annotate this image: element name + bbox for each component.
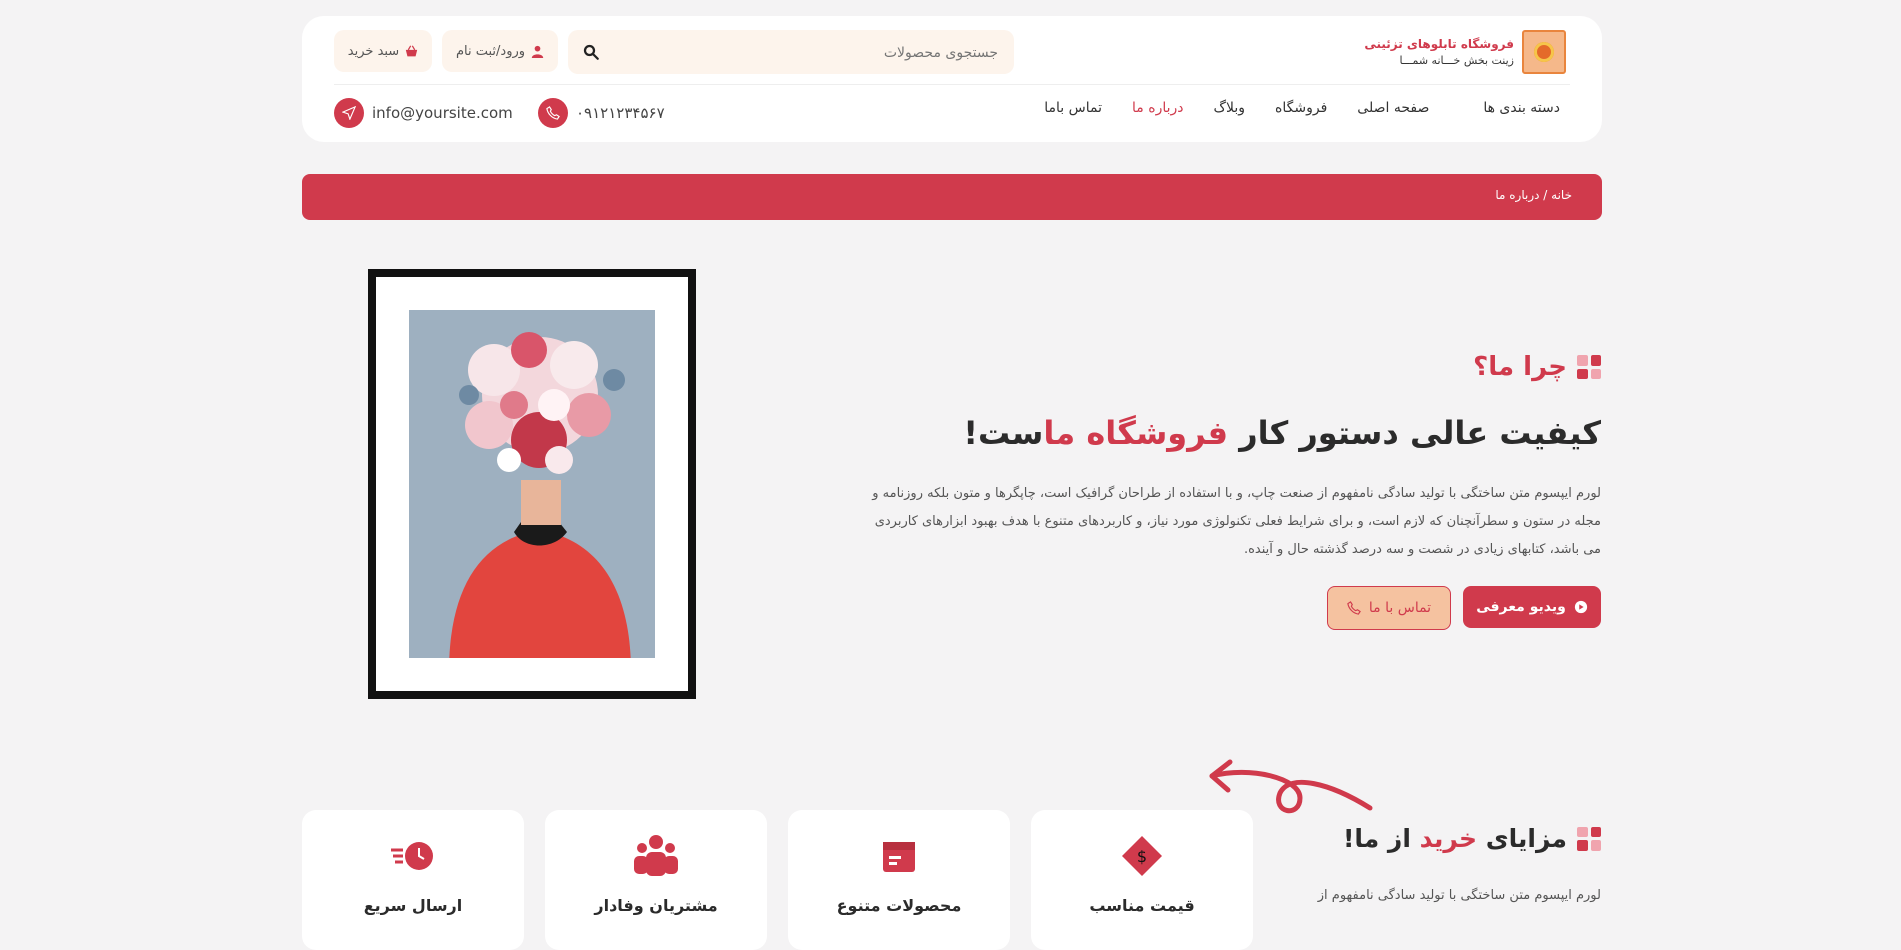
price-tag-icon: $ bbox=[1122, 836, 1162, 876]
breadcrumb[interactable]: خانه / درباره ما bbox=[1495, 188, 1572, 202]
contact-us-button[interactable]: تماس با ما bbox=[1327, 586, 1451, 630]
hero-heading: کیفیت عالی دستور کار فروشگاه ماست! bbox=[963, 414, 1601, 452]
logo-mark-icon bbox=[1522, 30, 1566, 74]
feature-card-price: $ قیمت مناسب bbox=[1031, 810, 1253, 950]
main-nav: دسته بندی ها صفحه اصلی فروشگاه وبلاگ درب… bbox=[1044, 100, 1560, 116]
feature-card-label: ارسال سریع bbox=[363, 896, 463, 915]
feature-card-customers: مشتریان وفادار bbox=[545, 810, 767, 950]
artwork-illustration bbox=[409, 310, 655, 658]
phone-number: ۰۹۱۲۱۲۳۴۵۶۷ bbox=[576, 104, 665, 122]
why-us-title: چرا ما؟ bbox=[1473, 352, 1601, 382]
header-divider bbox=[334, 84, 1570, 85]
users-icon bbox=[634, 835, 678, 876]
features-title-suffix: از ما! bbox=[1342, 824, 1420, 853]
contact-us-label: تماس با ما bbox=[1368, 600, 1432, 616]
grid-icon bbox=[1577, 355, 1601, 379]
header-phone[interactable]: ۰۹۱۲۱۲۳۴۵۶۷ bbox=[538, 98, 665, 128]
artwork-woman-flowers bbox=[409, 310, 655, 658]
features-title-prefix: مزایای bbox=[1477, 824, 1567, 853]
intro-video-button[interactable]: ویدیو معرفی bbox=[1463, 586, 1601, 628]
hero-heading-accent: فروشگاه ما bbox=[1043, 414, 1229, 452]
feature-card-products: محصولات متنوع bbox=[788, 810, 1010, 950]
login-button[interactable]: ورود/ثبت نام bbox=[442, 30, 558, 72]
why-us-label: چرا ما؟ bbox=[1473, 352, 1567, 382]
hero-heading-suffix: ست! bbox=[963, 414, 1044, 452]
header-email[interactable]: info@yoursite.com bbox=[334, 98, 513, 128]
fast-clock-icon bbox=[391, 842, 433, 870]
cart-button[interactable]: سبد خرید bbox=[334, 30, 432, 72]
search-icon[interactable] bbox=[582, 43, 600, 61]
phone-icon bbox=[538, 98, 568, 128]
feature-card-shipping: ارسال سریع bbox=[302, 810, 524, 950]
framed-artwork-image bbox=[368, 269, 696, 699]
play-icon bbox=[1574, 600, 1587, 614]
box-icon bbox=[883, 842, 915, 872]
breadcrumb-bar: خانه / درباره ما bbox=[302, 174, 1602, 220]
features-title-accent: خرید bbox=[1419, 824, 1477, 853]
send-icon bbox=[334, 98, 364, 128]
nav-item-categories[interactable]: دسته بندی ها bbox=[1483, 100, 1560, 116]
email-address: info@yoursite.com bbox=[372, 104, 513, 122]
grid-icon bbox=[1577, 826, 1601, 851]
nav-item-blog[interactable]: وبلاگ bbox=[1213, 100, 1245, 116]
svg-text:$: $ bbox=[1137, 847, 1147, 866]
features-title: مزایای خرید از ما! bbox=[1343, 824, 1601, 853]
intro-video-label: ویدیو معرفی bbox=[1476, 599, 1566, 615]
nav-item-about[interactable]: درباره ما bbox=[1132, 100, 1183, 116]
feature-card-label: محصولات متنوع bbox=[836, 896, 962, 915]
logo-title: فروشگاه تابلوهای تزئینی bbox=[1364, 37, 1514, 51]
site-logo[interactable]: فروشگاه تابلوهای تزئینی زینت بخش خـــانه… bbox=[1364, 30, 1566, 74]
nav-item-shop[interactable]: فروشگاه bbox=[1275, 100, 1327, 116]
nav-item-home[interactable]: صفحه اصلی bbox=[1357, 100, 1429, 116]
features-description: لورم ایپسوم متن ساختگی با تولید سادگی نا… bbox=[1317, 888, 1601, 903]
basket-icon bbox=[406, 44, 418, 56]
feature-card-label: قیمت مناسب bbox=[1089, 896, 1195, 915]
cart-label: سبد خرید bbox=[347, 43, 400, 59]
logo-subtitle: زینت بخش خـــانه شمـــا bbox=[1399, 54, 1514, 67]
nav-item-contact[interactable]: تماس باما bbox=[1044, 100, 1102, 116]
user-icon bbox=[531, 45, 544, 58]
site-header: فروشگاه تابلوهای تزئینی زینت بخش خـــانه… bbox=[302, 16, 1602, 142]
feature-card-label: مشتریان وفادار bbox=[594, 896, 718, 915]
hero-description: لورم ایپسوم متن ساختگی با تولید سادگی نا… bbox=[872, 486, 1601, 557]
hero-heading-prefix: کیفیت عالی دستور کار bbox=[1228, 414, 1601, 452]
phone-icon bbox=[1347, 601, 1361, 615]
search-input[interactable] bbox=[616, 30, 1000, 76]
search-box bbox=[568, 30, 1014, 76]
login-label: ورود/ثبت نام bbox=[455, 43, 526, 59]
